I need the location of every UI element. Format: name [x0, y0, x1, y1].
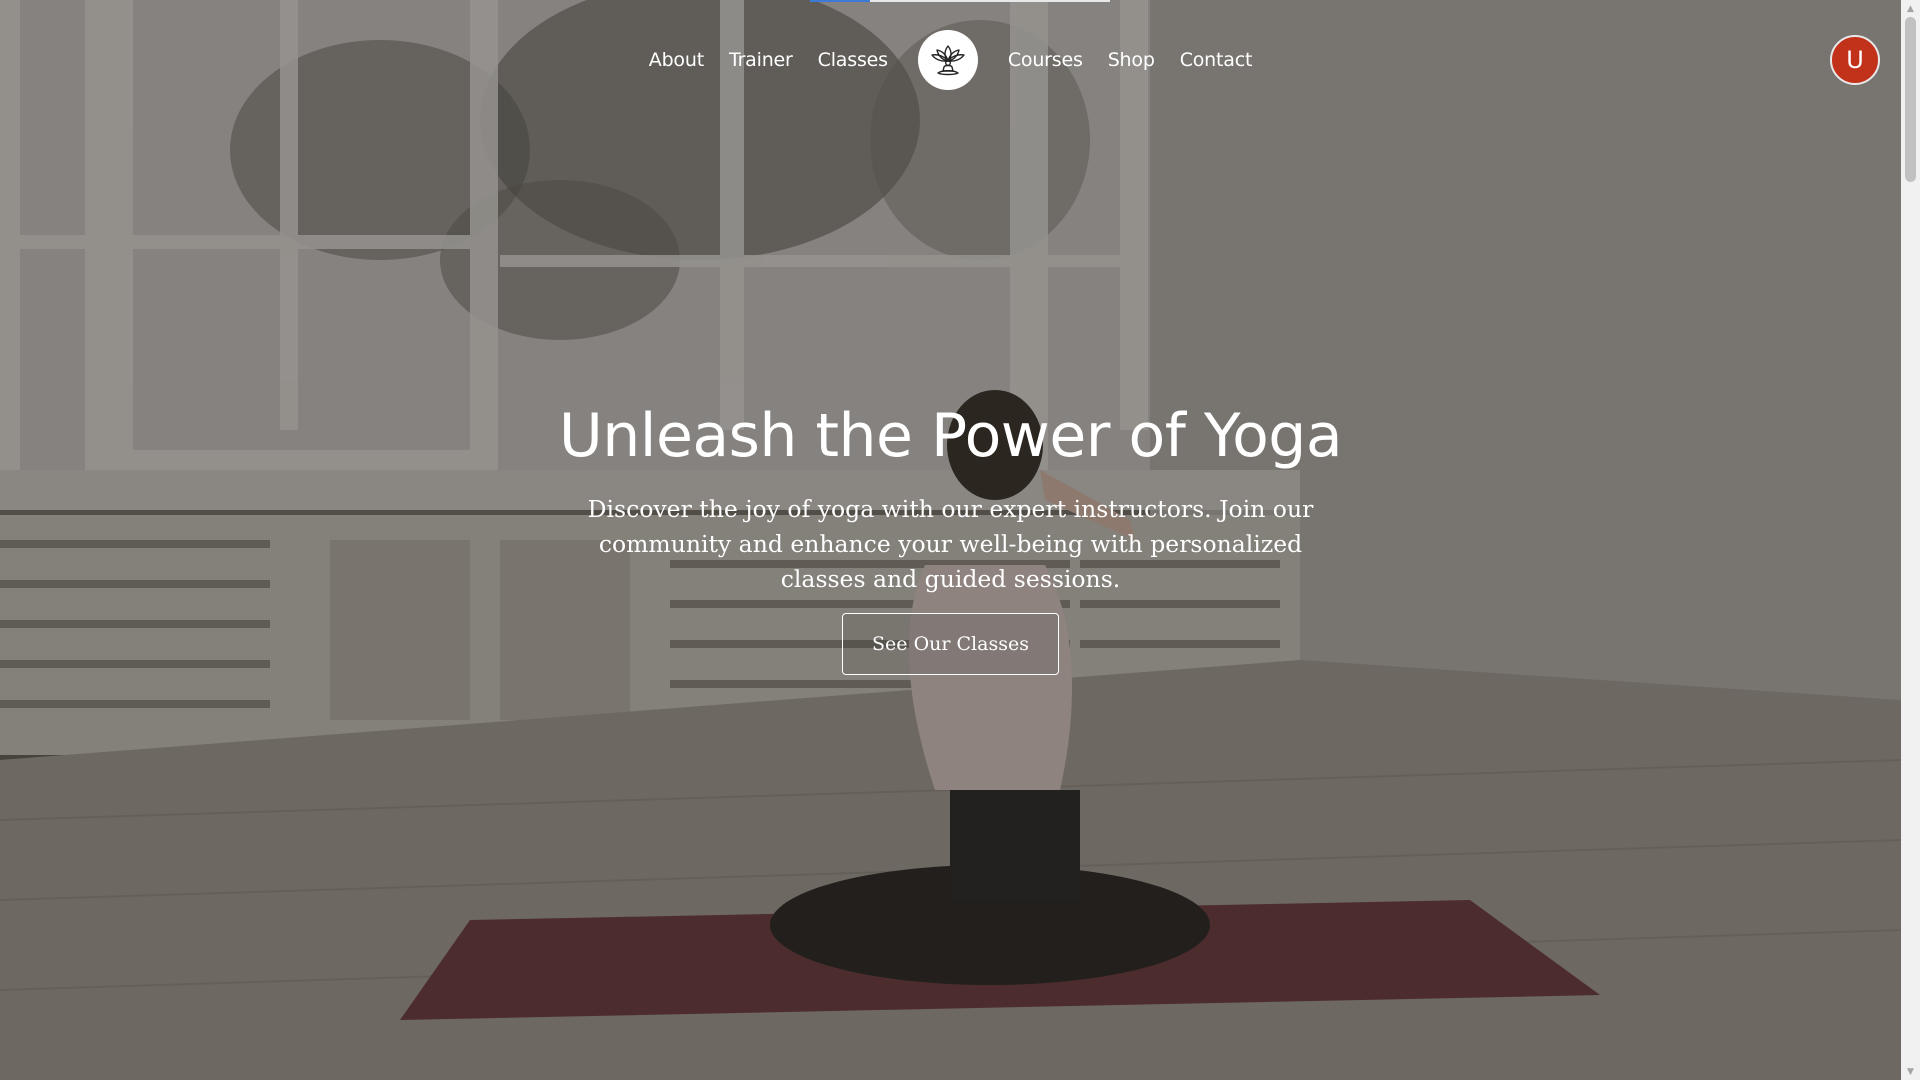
- nav-link-contact[interactable]: Contact: [1180, 49, 1253, 71]
- hero-title: Unleash the Power of Yoga: [558, 401, 1343, 471]
- scrollbar-thumb[interactable]: [1905, 17, 1916, 182]
- scroll-up-arrow-icon[interactable]: ▲: [1901, 0, 1920, 17]
- nav-link-courses[interactable]: Courses: [1008, 49, 1083, 71]
- user-avatar-initial: U: [1846, 46, 1864, 74]
- hero-subtitle: Discover the joy of yoga with our expert…: [587, 495, 1314, 593]
- nav-left-group: About Trainer Classes: [649, 49, 888, 71]
- scroll-down-arrow-icon[interactable]: ▼: [1901, 1063, 1920, 1080]
- user-avatar[interactable]: U: [1830, 35, 1880, 85]
- see-our-classes-button[interactable]: See Our Classes: [842, 613, 1059, 675]
- vertical-scrollbar[interactable]: ▲ ▼: [1901, 0, 1920, 1080]
- lotus-meditation-icon: [931, 45, 965, 76]
- nav-link-shop[interactable]: Shop: [1108, 49, 1155, 71]
- hero-section: Unleash the Power of Yoga Discover the j…: [0, 398, 1901, 675]
- nav-right-group: Courses Shop Contact: [1008, 49, 1253, 71]
- page-progress-fill: [810, 0, 870, 2]
- site-logo[interactable]: [917, 30, 978, 90]
- nav-link-about[interactable]: About: [649, 49, 704, 71]
- main-navigation: About Trainer Classes Courses Shop Conta…: [0, 29, 1901, 91]
- nav-link-classes[interactable]: Classes: [818, 49, 888, 71]
- nav-link-trainer[interactable]: Trainer: [729, 49, 793, 71]
- page-progress-bar: [810, 0, 1110, 2]
- page: About Trainer Classes Courses Shop Conta…: [0, 0, 1920, 1080]
